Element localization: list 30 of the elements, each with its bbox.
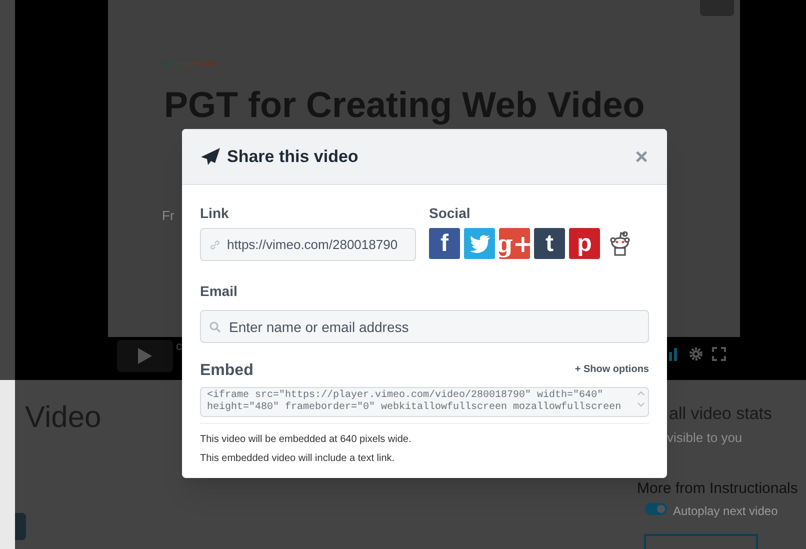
field-label: Embed bbox=[200, 361, 254, 381]
play-icon bbox=[137, 347, 153, 365]
toggle-label: Autoplay next video bbox=[673, 503, 778, 520]
note-text: This embedded video will include a text link. bbox=[200, 452, 396, 466]
dialog-title: Share this video bbox=[227, 146, 358, 168]
paper-plane-icon bbox=[201, 148, 221, 166]
email-field[interactable]: Enter name or email address bbox=[200, 310, 649, 343]
note-text: This video will be embedded at 640 pixels wide. bbox=[200, 433, 412, 447]
control-text: c bbox=[176, 338, 182, 355]
stats-note: visible to you bbox=[667, 429, 742, 447]
play-button[interactable] bbox=[117, 340, 173, 372]
bird-icon bbox=[468, 234, 490, 252]
field-label: Social bbox=[429, 204, 472, 223]
link-icon bbox=[209, 238, 221, 250]
search-icon bbox=[209, 321, 221, 333]
video-thumbnail[interactable] bbox=[644, 534, 758, 549]
settings-icon[interactable] bbox=[688, 346, 704, 362]
autoplay-toggle[interactable] bbox=[645, 503, 667, 515]
field-label: Email bbox=[200, 282, 238, 301]
share-button[interactable]: f bbox=[429, 228, 460, 259]
video-text: Fr bbox=[162, 207, 174, 225]
link-field[interactable]: https://vimeo.com/280018790 bbox=[200, 228, 416, 261]
scroll-down-icon[interactable] bbox=[637, 402, 645, 407]
field-label: Link bbox=[200, 204, 230, 223]
scroll-up-icon[interactable] bbox=[637, 391, 645, 396]
embed-code-field[interactable]: <iframe src="https://player.vimeo.com/video/280018790" width="640" height="480" frameborder="0" webkitallowfullscreen mozallowfullscreen bbox=[200, 387, 649, 417]
show-options-link[interactable]: + Show options bbox=[574, 362, 649, 377]
share-button[interactable]: t bbox=[534, 228, 565, 259]
fullscreen-icon[interactable] bbox=[712, 347, 726, 361]
share-button[interactable]: p bbox=[569, 228, 600, 259]
